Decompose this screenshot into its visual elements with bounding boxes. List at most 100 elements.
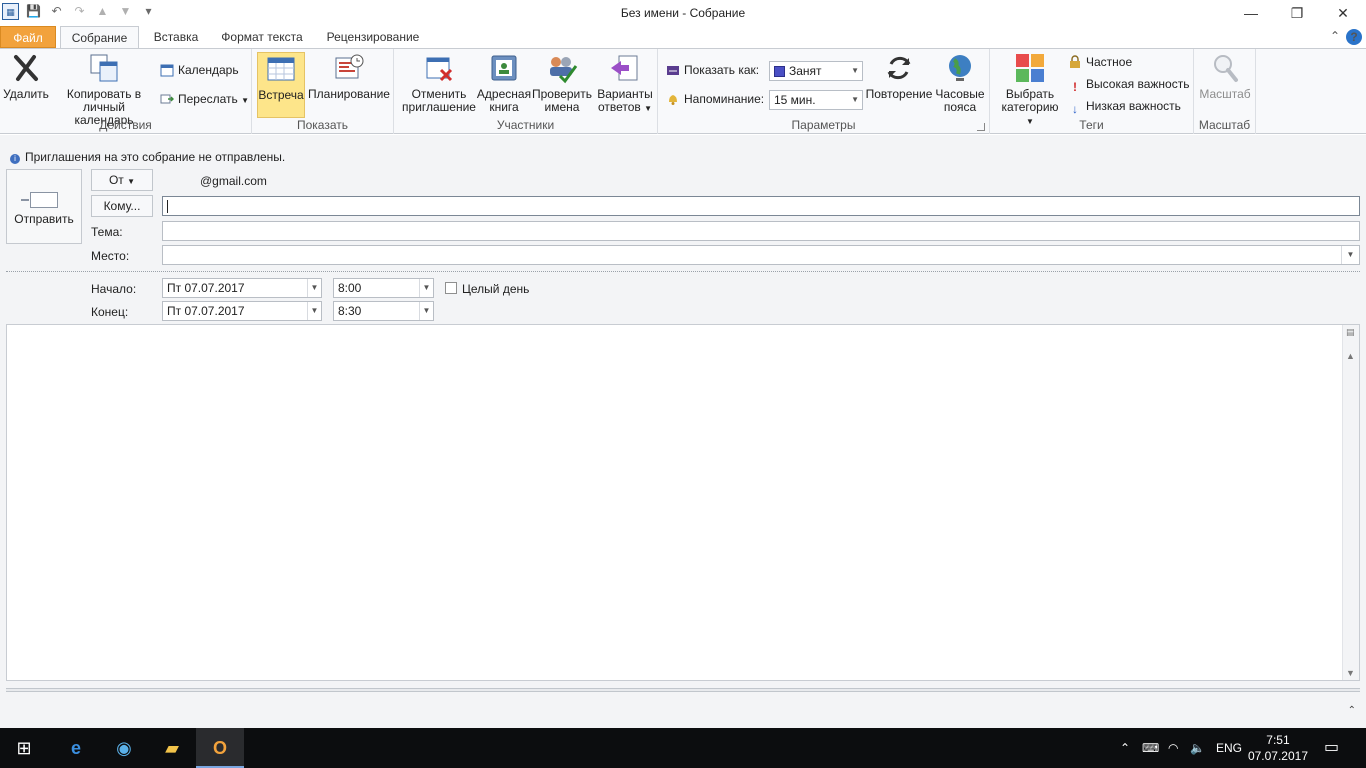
zoom-button[interactable]: Масштаб	[1198, 52, 1252, 101]
time-zones-label-2: пояса	[943, 100, 977, 114]
end-time-picker[interactable]: 8:30 ▼	[333, 301, 434, 321]
outlook-taskbar-icon[interactable]: O	[196, 728, 244, 768]
low-importance-label: Низкая важность	[1086, 99, 1181, 113]
private-label: Частное	[1086, 55, 1133, 69]
start-date-picker[interactable]: Пт 07.07.2017 ▼	[162, 278, 322, 298]
reminder-bell-icon	[669, 95, 677, 105]
reminder-select[interactable]: 15 мин. ▼	[769, 90, 863, 110]
address-book-label-1: Адресная	[476, 87, 532, 101]
cancel-invitation-label-2: приглашение	[402, 100, 476, 114]
scheduling-button[interactable]: Планирование	[308, 52, 390, 101]
delete-label: Удалить	[3, 87, 49, 101]
ruler-toggle-icon[interactable]: ▤	[1346, 327, 1355, 338]
end-date-picker[interactable]: Пт 07.07.2017 ▼	[162, 301, 322, 321]
calendar-label: Календарь	[178, 63, 239, 77]
to-field[interactable]	[162, 196, 1360, 216]
language-indicator[interactable]: ENG	[1216, 728, 1242, 768]
categorize-button[interactable]: Выбрать категорию ▼	[996, 52, 1064, 128]
chevron-down-icon[interactable]: ▼	[1341, 246, 1359, 264]
low-importance-button[interactable]: ↓ Низкая важность	[1068, 96, 1181, 116]
system-clock[interactable]: 7:51 07.07.2017	[1248, 732, 1308, 764]
tab-format-text[interactable]: Формат текста	[216, 26, 308, 48]
tab-insert[interactable]: Вставка	[146, 26, 206, 48]
notifications-icon[interactable]: ▭	[1324, 728, 1339, 768]
meeting-button[interactable]: Встреча	[257, 52, 305, 118]
network-icon[interactable]: ⌨	[1142, 728, 1159, 768]
show-as-icon	[667, 66, 679, 75]
busy-color-swatch	[774, 66, 785, 77]
calendar-button[interactable]: Календарь	[160, 60, 239, 80]
minimize-button[interactable]: —	[1228, 0, 1274, 26]
cancel-invitation-button[interactable]: Отменить приглашение	[398, 52, 480, 114]
group-show: Встреча Планирование Показать	[252, 49, 394, 134]
to-button[interactable]: Кому...	[91, 195, 153, 217]
time-zones-button[interactable]: Часовые пояса	[932, 52, 988, 114]
scroll-down-icon[interactable]: ▼	[1346, 668, 1355, 678]
close-button[interactable]: ✕	[1320, 0, 1366, 26]
wifi-icon[interactable]: ◠	[1168, 728, 1178, 768]
high-importance-label: Высокая важность	[1086, 77, 1190, 91]
collapse-ribbon-icon[interactable]: ⌃	[1330, 29, 1340, 43]
help-icon[interactable]: ?	[1346, 29, 1362, 45]
location-label: Место:	[91, 249, 130, 263]
start-time-picker[interactable]: 8:00 ▼	[333, 278, 434, 298]
group-zoom: Масштаб Масштаб	[1194, 49, 1256, 134]
restore-button[interactable]: ❐	[1274, 0, 1320, 26]
response-options-label-2: ответов	[597, 100, 641, 114]
calendar-icon	[160, 64, 174, 77]
cancel-invitation-label-1: Отменить	[411, 87, 467, 101]
expand-people-pane-icon[interactable]: ⌃	[1348, 705, 1356, 716]
clock-date: 07.07.2017	[1247, 749, 1308, 763]
title-bar: ▦ 💾 ↶ ↷ ▲ ▼ ▾ Без имени - Собрание — ❐ ✕	[0, 0, 1366, 26]
group-attendees-label: Участники	[496, 118, 555, 132]
from-button[interactable]: От ▼	[91, 169, 153, 191]
info-icon: i	[10, 154, 20, 164]
all-day-checkbox[interactable]	[445, 282, 457, 294]
windows-start-icon[interactable]: ⊞	[0, 728, 48, 768]
private-button[interactable]: Частное	[1068, 52, 1132, 72]
scroll-up-icon[interactable]: ▲	[1346, 351, 1355, 361]
check-names-icon	[550, 57, 578, 84]
check-names-button[interactable]: Проверить имена	[532, 52, 592, 114]
group-show-label: Показать	[296, 118, 348, 132]
chevron-down-icon[interactable]: ▼	[419, 279, 433, 297]
volume-icon[interactable]: 🔈	[1190, 728, 1205, 768]
people-pane-splitter[interactable]	[6, 688, 1360, 692]
options-dialog-launcher-icon[interactable]	[977, 123, 985, 131]
chevron-down-icon[interactable]: ▼	[419, 302, 433, 320]
forward-icon	[160, 94, 174, 104]
address-book-button[interactable]: Адресная книга	[476, 52, 532, 114]
group-attendees: Отменить приглашение Адресная книга Пров…	[394, 49, 658, 134]
file-explorer-icon[interactable]: ▰	[148, 728, 196, 768]
edge-browser-icon[interactable]: e	[52, 728, 100, 768]
text-caret	[167, 200, 168, 213]
end-label: Конец:	[91, 305, 129, 319]
tab-file[interactable]: Файл	[0, 26, 56, 48]
reminder-label: Напоминание:	[666, 89, 764, 109]
info-text: Приглашения на это собрание не отправлен…	[25, 150, 286, 164]
tab-review[interactable]: Рецензирование	[320, 26, 426, 48]
response-options-button[interactable]: Варианты ответов ▼	[596, 52, 654, 115]
reminder-value: 15 мин.	[774, 93, 816, 107]
subject-label: Тема:	[91, 225, 123, 239]
response-options-label-1: Варианты	[597, 87, 653, 101]
app-circle-icon[interactable]: ◉	[100, 728, 148, 768]
recurrence-button[interactable]: Повторение	[864, 52, 934, 101]
chevron-down-icon[interactable]: ▼	[307, 302, 321, 320]
copy-to-calendar-button[interactable]: Копировать в личный календарь	[52, 52, 156, 127]
show-as-select[interactable]: Занят ▼	[769, 61, 863, 81]
message-body[interactable]: ▤ ▲ ▼	[6, 324, 1360, 681]
forward-button[interactable]: Переслать ▼	[160, 89, 249, 109]
delete-button[interactable]: Удалить	[2, 52, 50, 101]
meeting-form: i Приглашения на это собрание не отправле…	[0, 135, 1366, 728]
high-importance-button[interactable]: ! Высокая важность	[1068, 74, 1189, 94]
send-button[interactable]: Отправить	[6, 169, 82, 244]
group-options-label: Параметры	[791, 118, 856, 132]
chevron-down-icon[interactable]: ▼	[307, 279, 321, 297]
show-hidden-icons[interactable]: ⌃	[1120, 728, 1130, 768]
vertical-scrollbar[interactable]: ▤ ▲ ▼	[1342, 325, 1359, 680]
address-book-icon	[491, 55, 517, 81]
tab-meeting[interactable]: Собрание	[60, 26, 139, 49]
location-field[interactable]: ▼	[162, 245, 1360, 265]
subject-field[interactable]	[162, 221, 1360, 241]
